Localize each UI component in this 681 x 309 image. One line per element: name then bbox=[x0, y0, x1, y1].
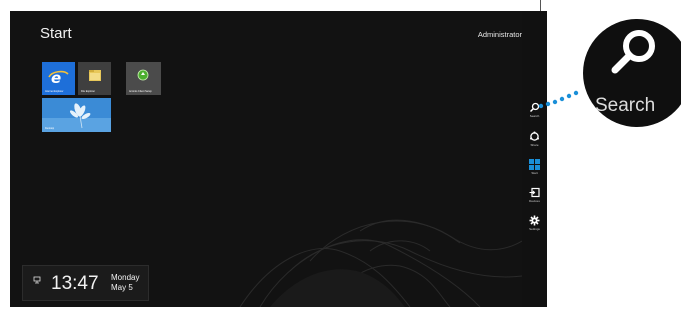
windows-logo-icon bbox=[529, 159, 540, 170]
tile-internet-explorer[interactable]: e Internet Explorer bbox=[42, 62, 75, 95]
user-account-name[interactable]: Administrator bbox=[478, 30, 522, 39]
network-icon bbox=[33, 276, 41, 284]
clock-month-day: May 5 bbox=[111, 283, 133, 292]
charm-label: Share bbox=[530, 143, 539, 147]
charm-search[interactable]: Search bbox=[522, 98, 547, 122]
tile-file-explorer[interactable]: File Explorer bbox=[78, 62, 111, 95]
clock-time: 13:47 bbox=[51, 273, 99, 294]
background-swirls bbox=[239, 219, 522, 307]
charm-label: Start bbox=[531, 171, 538, 175]
charm-settings[interactable]: Settings bbox=[522, 211, 547, 235]
share-icon bbox=[530, 131, 539, 141]
gear-icon bbox=[529, 215, 540, 226]
start-screen: Start Administrator e Internet Explorer … bbox=[10, 11, 522, 307]
tile-label: File Explorer bbox=[81, 90, 96, 93]
start-title: Start bbox=[40, 25, 72, 42]
tile-acronis-client-setup[interactable]: Acronis Client Setup bbox=[126, 62, 161, 95]
charm-label: Search bbox=[529, 114, 540, 118]
search-icon bbox=[611, 30, 655, 74]
tile-desktop[interactable]: Desktop bbox=[42, 98, 111, 132]
charm-start[interactable]: Start bbox=[522, 155, 547, 179]
tile-label: Internet Explorer bbox=[45, 90, 64, 93]
search-icon bbox=[529, 102, 540, 113]
clock-day: Monday bbox=[111, 273, 140, 282]
charm-label: Devices bbox=[529, 199, 540, 203]
charm-share[interactable]: Share bbox=[522, 127, 547, 151]
zoom-search-label: Search bbox=[595, 95, 656, 116]
tile-label: Acronis Client Setup bbox=[129, 90, 152, 93]
search-zoom-callout: Search bbox=[583, 19, 681, 127]
clock-overlay: 13:47 Monday May 5 bbox=[22, 265, 149, 301]
tile-label: Desktop bbox=[45, 127, 55, 130]
devices-icon bbox=[529, 187, 540, 198]
clock-date: Monday May 5 bbox=[111, 273, 139, 293]
charms-bar: Search Share Start Devices Settings bbox=[522, 11, 547, 307]
charm-devices[interactable]: Devices bbox=[522, 183, 547, 207]
charm-label: Settings bbox=[529, 227, 540, 231]
